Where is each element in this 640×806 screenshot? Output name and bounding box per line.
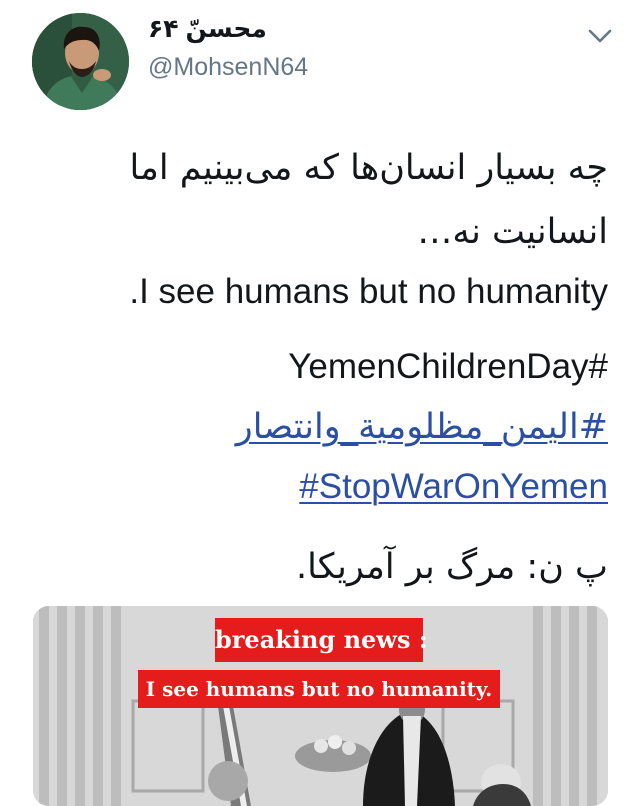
avatar-portrait-image (32, 13, 129, 110)
breaking-news-banner: breaking news : (215, 618, 428, 662)
hashtag-stop-war-label[interactable]: #StopWarOnYemen (299, 467, 608, 506)
avatar[interactable] (32, 13, 129, 110)
hashtag-link-arabic[interactable]: #اليمن_مظلومية_وانتصار (34, 407, 608, 447)
tweet-text-line-1: چه بسیار انسان‌ها که می‌بینیم اما (129, 148, 609, 188)
hashtag-yemen-children-day: YemenChildrenDay# (288, 347, 608, 386)
hashtag-arabic-label[interactable]: #اليمن_مظلومية_وانتصار (236, 407, 608, 447)
tweet-media-image[interactable]: breaking news : I see humans but no huma… (33, 606, 608, 806)
tweet-text-line-2: انسانیت نه… (417, 212, 608, 252)
user-handle[interactable]: @MohsenN64 (148, 53, 308, 82)
humans-no-humanity-banner: I see humans but no humanity. (138, 670, 500, 708)
tweet-footnote: پ ن: مرگ بر آمریکا. (295, 547, 608, 587)
hashtag-link-stop-war[interactable]: #StopWarOnYemen (34, 467, 608, 507)
display-name[interactable]: محسنّ ۶۴ (148, 14, 267, 44)
tweet-text-line-3: .I see humans but no humanity (129, 272, 608, 311)
chevron-down-icon[interactable] (585, 24, 615, 48)
